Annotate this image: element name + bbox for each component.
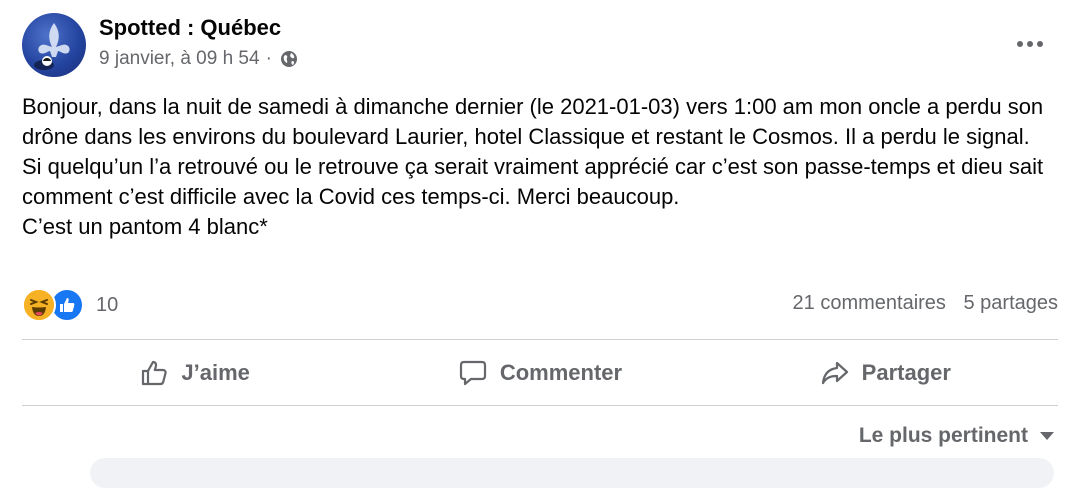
reactions-summary[interactable]: 10 (22, 287, 118, 323)
comments-sort-dropdown[interactable]: Le plus pertinent (859, 424, 1054, 448)
more-options-icon[interactable] (1010, 30, 1050, 58)
comment-bubble-icon (459, 360, 486, 386)
reaction-count: 10 (96, 293, 119, 316)
post-action-bar: J’aime Commenter Partager (22, 341, 1058, 405)
meta-separator: · (265, 48, 272, 69)
comment-button[interactable]: Commenter (367, 341, 712, 405)
shares-count-link[interactable]: 5 partages (963, 292, 1058, 314)
caret-down-icon (1040, 432, 1054, 440)
fleur-de-lis-avatar-icon (34, 23, 70, 70)
thumbs-up-icon (142, 360, 168, 386)
like-button[interactable]: J’aime (22, 341, 367, 405)
page-name[interactable]: Spotted : Québec (99, 15, 281, 41)
haha-icon (22, 288, 56, 322)
facebook-post: Spotted : Québec 9 janvier, à 09 h 54 · … (0, 0, 1074, 488)
comments-sort-label: Le plus pertinent (858, 424, 1028, 447)
page-avatar[interactable] (22, 13, 86, 77)
post-paragraph: Bonjour, dans la nuit de samedi à dimanc… (22, 94, 1044, 209)
share-arrow-icon (821, 361, 848, 385)
like-button-label: J’aime (181, 360, 250, 385)
share-button-label: Partager (861, 360, 951, 385)
post-paragraph: C’est un pantom 4 blanc* (22, 214, 268, 239)
divider (22, 405, 1058, 406)
post-meta: 9 janvier, à 09 h 54 · (99, 48, 298, 70)
post-stats: 21 commentaires 5 partages (793, 292, 1058, 315)
share-button[interactable]: Partager (713, 341, 1058, 405)
divider (22, 339, 1058, 340)
comment-button-label: Commenter (499, 360, 623, 385)
post-body: Bonjour, dans la nuit de samedi à dimanc… (22, 92, 1052, 242)
comment-input-partial[interactable] (90, 458, 1054, 488)
comments-count-link[interactable]: 21 commentaires (793, 292, 946, 314)
post-timestamp[interactable]: 9 janvier, à 09 h 54 (99, 48, 260, 70)
globe-icon (280, 50, 298, 68)
